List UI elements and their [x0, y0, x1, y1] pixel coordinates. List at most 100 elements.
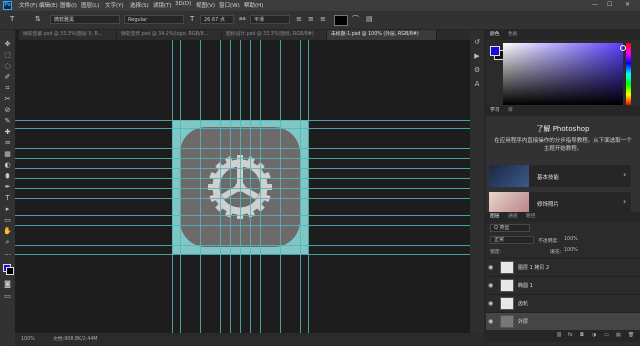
layer-row-selected[interactable]: ◉ 外层	[486, 312, 640, 330]
warp-text-icon[interactable]: ⌒	[352, 15, 359, 24]
eye-icon[interactable]: ◉	[488, 282, 493, 289]
guide-line	[15, 245, 484, 246]
tab-doc-3[interactable]: 图标设计.psd @ 33.3%(图标, RGB/8#)	[222, 30, 327, 40]
tab-doc-active[interactable]: 未标题-1.psd @ 100% (外层, RGB/8#)	[327, 30, 437, 40]
shape-tool-icon[interactable]: ▭	[3, 216, 12, 225]
eye-icon[interactable]: ◉	[488, 318, 493, 325]
foreground-color-swatch[interactable]	[490, 46, 500, 56]
tab-doc-1[interactable]: 微软启蒙.psd @ 33.3%(图层 5, R…	[19, 30, 117, 40]
group-icon[interactable]: ▭	[604, 333, 609, 338]
fill-label: 填充:	[550, 250, 562, 255]
tab-paths[interactable]: 路径	[526, 212, 536, 222]
menu-file[interactable]: 文件(F)	[19, 1, 37, 9]
history-panel-icon[interactable]: ↺	[472, 37, 482, 47]
opacity-value[interactable]: 100%	[564, 237, 578, 242]
new-layer-icon[interactable]: ▤	[616, 333, 621, 338]
learn-title: 了解 Photoshop	[536, 125, 590, 133]
guide-line	[240, 40, 241, 333]
learn-card-retouch[interactable]: 修饰照片 ›	[489, 192, 631, 214]
font-family-select[interactable]: 微软雅黑	[50, 15, 120, 24]
lock-label: 锁定:	[490, 250, 502, 255]
background-color-swatch[interactable]	[6, 267, 14, 275]
pen-tool-icon[interactable]: ✒	[3, 183, 12, 192]
font-size-field[interactable]: 26.67 点	[200, 15, 234, 24]
menu-3d[interactable]: 3D(D)	[175, 1, 191, 7]
tab-color[interactable]: 颜色	[490, 30, 500, 40]
menu-image[interactable]: 图像(I)	[60, 1, 77, 9]
eye-icon[interactable]: ◉	[488, 300, 493, 307]
menu-layer[interactable]: 图层(L)	[81, 1, 99, 9]
menu-filter[interactable]: 滤镜(T)	[153, 1, 172, 9]
tab-doc-2[interactable]: 微软宣传.psd @ 34.2%(logo, RGB/8…	[117, 30, 222, 40]
menu-select[interactable]: 选择(S)	[130, 1, 149, 9]
tab-channels[interactable]: 通道	[508, 212, 518, 222]
blend-mode-select[interactable]: 正常	[490, 236, 534, 244]
quick-mask-icon[interactable]: ◙	[3, 280, 12, 289]
character-panel-icon[interactable]: ▤	[366, 15, 373, 24]
canvas-area[interactable]	[15, 40, 484, 333]
maximize-icon[interactable]: ☐	[607, 1, 612, 8]
tab-swatches[interactable]: 色板	[508, 30, 518, 40]
more-tools-icon[interactable]: …	[3, 249, 12, 258]
adjustment-icon[interactable]: ◑	[592, 333, 596, 338]
tab-libraries[interactable]: 库	[508, 106, 513, 116]
move-tool-icon[interactable]: ✥	[3, 40, 12, 49]
gradient-tool-icon[interactable]: ⬮	[3, 172, 12, 181]
menu-window[interactable]: 窗口(W)	[219, 1, 240, 9]
menu-type[interactable]: 文字(Y)	[105, 1, 124, 9]
layer-row[interactable]: ◉ 图层 1 拷贝 2	[486, 258, 640, 276]
type-tool-icon[interactable]: T	[3, 194, 12, 203]
tab-learn[interactable]: 学习	[490, 106, 500, 116]
layer-row[interactable]: ◉ 齿轮	[486, 294, 640, 312]
align-left-icon[interactable]: ≡	[296, 15, 302, 24]
trash-icon[interactable]: 🗑	[628, 333, 634, 338]
minimize-icon[interactable]: —	[592, 1, 598, 8]
marquee-tool-icon[interactable]: ⬚	[3, 51, 12, 60]
eye-icon[interactable]: ◉	[488, 264, 493, 271]
menu-help[interactable]: 帮助(H)	[244, 1, 263, 9]
path-select-tool-icon[interactable]: ▸	[3, 205, 12, 214]
mask-icon[interactable]: ◘	[580, 333, 584, 338]
brush-tool-icon[interactable]: ✎	[3, 117, 12, 126]
guide-line	[15, 128, 484, 129]
type-tool-icon[interactable]: T	[10, 15, 14, 24]
font-style-select[interactable]: Regular	[124, 15, 184, 24]
layers-panel: Q 类型 正常 不透明度: 100% 锁定: 填充: 100% ◉ 图层 1 拷…	[486, 222, 640, 346]
hand-tool-icon[interactable]: ✋	[3, 227, 12, 236]
character-panel-icon[interactable]: A	[472, 79, 482, 89]
quick-select-tool-icon[interactable]: ✐	[3, 73, 12, 82]
properties-panel-icon[interactable]: ⚙	[472, 65, 482, 75]
crop-tool-icon[interactable]: ⌗	[3, 84, 12, 93]
layer-row[interactable]: ◉ 椭圆 1	[486, 276, 640, 294]
text-orientation-icon[interactable]: ⇅	[35, 15, 41, 24]
layer-name: 齿轮	[518, 301, 529, 307]
zoom-tool-icon[interactable]: ⌕	[3, 238, 12, 247]
link-layers-icon[interactable]: ⛓	[556, 333, 562, 338]
slice-tool-icon[interactable]: ✂	[3, 95, 12, 104]
chevron-right-icon: ›	[623, 170, 627, 179]
healing-tool-icon[interactable]: ✚	[3, 128, 12, 137]
clone-stamp-tool-icon[interactable]: ♒	[3, 139, 12, 148]
learn-card-basic[interactable]: 基本技能 ›	[489, 165, 631, 187]
tab-layers[interactable]: 图层	[490, 212, 500, 222]
hue-slider[interactable]	[626, 43, 631, 105]
layer-name: 外层	[518, 319, 529, 325]
eraser-tool-icon[interactable]: ◐	[3, 161, 12, 170]
fx-icon[interactable]: fx	[568, 333, 573, 338]
antialias-select[interactable]: 平滑	[250, 15, 290, 24]
align-right-icon[interactable]: ≡	[320, 15, 326, 24]
lasso-tool-icon[interactable]: ◌	[3, 62, 12, 71]
menu-edit[interactable]: 编辑(E)	[39, 1, 58, 9]
zoom-level[interactable]: 100%	[21, 333, 35, 346]
close-icon[interactable]: ✕	[625, 1, 630, 8]
actions-panel-icon[interactable]: ▶	[472, 51, 482, 61]
screen-mode-icon[interactable]: ▭	[3, 292, 12, 301]
eyedropper-tool-icon[interactable]: ⊘	[3, 106, 12, 115]
text-color-swatch[interactable]	[334, 15, 348, 26]
layer-filter-select[interactable]: Q 类型	[490, 224, 530, 232]
color-field[interactable]	[503, 43, 623, 105]
menu-view[interactable]: 视图(V)	[196, 1, 215, 9]
fill-value[interactable]: 100%	[564, 248, 578, 253]
history-brush-tool-icon[interactable]: ▦	[3, 150, 12, 159]
align-center-icon[interactable]: ≡	[308, 15, 314, 24]
